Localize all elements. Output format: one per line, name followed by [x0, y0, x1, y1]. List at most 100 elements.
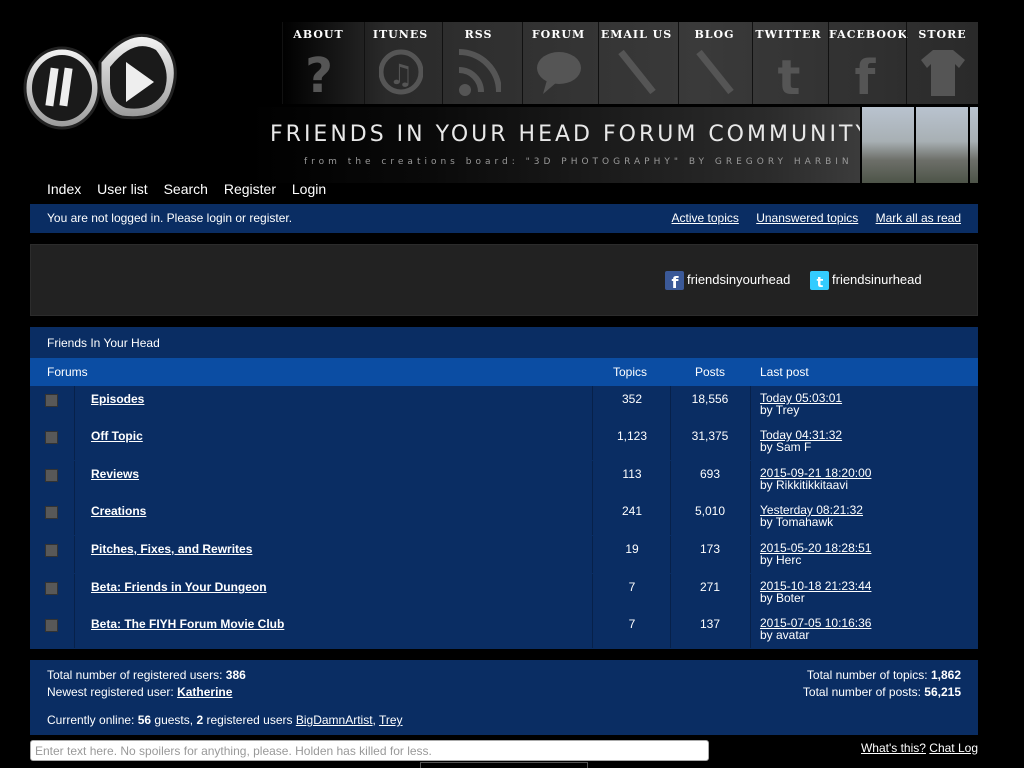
forum-link[interactable]: Creations — [91, 504, 146, 518]
last-post: 2015-10-18 21:23:44 by Boter — [760, 580, 871, 604]
forum-status-icon — [45, 394, 58, 407]
nav-user-list[interactable]: User list — [97, 181, 148, 197]
forum-link[interactable]: Pitches, Fixes, and Rewrites — [91, 542, 252, 556]
posts-count: 56,215 — [924, 685, 961, 699]
twitter-icon: t — [810, 271, 829, 290]
tshirt-icon — [920, 50, 965, 96]
nav-twitter[interactable]: TWITTER t — [752, 22, 824, 104]
nav-about-label[interactable]: ABOUT — [283, 22, 354, 41]
nav-itunes-label[interactable]: ITUNES — [365, 22, 436, 41]
question-icon: ? — [305, 48, 333, 98]
last-post: 2015-07-05 10:16:36 by avatar — [760, 617, 871, 641]
forum-table-header: Forums Topics Posts Last post — [30, 358, 978, 386]
last-post: Today 04:31:32 by Sam F — [760, 429, 842, 453]
forum-row: Episodes 352 18,556 Today 05:03:01 by Tre… — [30, 386, 978, 423]
forum-link[interactable]: Beta: Friends in Your Dungeon — [91, 580, 267, 594]
social-box: f friendsinyourhead t friendsinurhead — [30, 244, 978, 316]
category-caption: Friends In Your Head — [47, 336, 160, 350]
forum-status-icon — [45, 619, 58, 632]
forum-row: Reviews 113 693 2015-09-21 18:20:00 by Ri… — [30, 461, 978, 498]
forum-topics-count: 352 — [621, 392, 643, 406]
nav-rss[interactable]: RSS — [442, 22, 514, 104]
svg-text:f: f — [672, 273, 680, 290]
forum-link[interactable]: Beta: The FIYH Forum Movie Club — [91, 617, 284, 631]
banner-photo — [914, 107, 968, 183]
forum-row: Pitches, Fixes, and Rewrites 19 173 2015… — [30, 536, 978, 573]
twitter-t-icon: t — [777, 50, 800, 98]
forum-posts-count: 31,375 — [691, 429, 729, 443]
guests-count: 56 — [137, 713, 152, 727]
forum-row: Beta: The FIYH Forum Movie Club 7 137 20… — [30, 611, 978, 648]
active-topics-link[interactable]: Active topics — [672, 211, 739, 225]
last-post-author: by Rikkitikkitaavi — [760, 478, 849, 492]
forum-topics-count: 1,123 — [616, 429, 648, 443]
nav-store-label[interactable]: STORE — [907, 22, 978, 41]
forum-status-icon — [45, 431, 58, 444]
online-users: Currently online: 56 guests, 2 registere… — [47, 713, 403, 727]
last-post: Today 05:03:01 by Trey — [760, 392, 842, 416]
forum-link[interactable]: Episodes — [91, 392, 144, 406]
nav-store[interactable]: STORE — [906, 22, 978, 104]
nav-rss-label[interactable]: RSS — [443, 22, 514, 41]
nav-email-label[interactable]: EMAIL US — [599, 22, 674, 41]
forum-link[interactable]: Reviews — [91, 467, 139, 481]
svg-text:t: t — [817, 275, 824, 290]
nav-about[interactable]: ABOUT ? — [282, 22, 354, 104]
rss-icon — [458, 49, 501, 96]
svg-text:f: f — [854, 50, 876, 98]
nav-email[interactable]: EMAIL US — [598, 22, 674, 104]
forum-posts-count: 5,010 — [694, 504, 726, 518]
logo-icon[interactable] — [22, 22, 182, 134]
forum-link[interactable]: Off Topic — [91, 429, 143, 443]
forum-status-icon — [45, 582, 58, 595]
chat-input[interactable] — [30, 740, 709, 761]
header-last-post: Last post — [760, 365, 809, 379]
pencil-icon — [695, 49, 734, 95]
nav-search[interactable]: Search — [164, 181, 208, 197]
nav-forum-label[interactable]: FORUM — [523, 22, 594, 41]
forum-row: Beta: Friends in Your Dungeon 7 271 2015… — [30, 574, 978, 611]
nav-index[interactable]: Index — [47, 181, 81, 197]
speech-bubble-icon — [536, 52, 581, 94]
nav-register[interactable]: Register — [224, 181, 276, 197]
registered-users-stat: Total number of registered users: 386 — [47, 668, 246, 682]
chat-log-link[interactable]: Chat Log — [929, 741, 978, 755]
last-post-author: by avatar — [760, 628, 810, 642]
forum-status-icon — [45, 544, 58, 557]
forum-posts-count: 137 — [699, 617, 721, 631]
last-post-author: by Herc — [760, 553, 802, 567]
registered-users-count: 386 — [225, 668, 246, 682]
nav-facebook[interactable]: FACEBOOK f — [828, 22, 907, 104]
newest-user-stat: Newest registered user: Katherine — [47, 685, 233, 699]
music-note-icon: ♫ — [378, 49, 423, 95]
posts-stat: Total number of posts: 56,215 — [802, 685, 961, 699]
last-post-author: by Trey — [760, 403, 800, 417]
whats-this-link[interactable]: What's this? — [861, 741, 926, 755]
nav-blog-label[interactable]: BLOG — [679, 22, 750, 41]
topics-count: 1,862 — [930, 668, 961, 682]
twitter-social-link[interactable]: t friendsinurhead — [810, 271, 922, 290]
nav-login[interactable]: Login — [292, 181, 326, 197]
mark-all-read-link[interactable]: Mark all as read — [876, 211, 961, 225]
header-posts: Posts — [695, 365, 726, 379]
online-user-link[interactable]: BigDamnArtist — [296, 713, 373, 727]
forum-posts-count: 693 — [699, 467, 721, 481]
nav-twitter-label[interactable]: TWITTER — [753, 22, 824, 41]
header-forums: Forums — [47, 365, 88, 379]
nav-blog[interactable]: BLOG — [678, 22, 750, 104]
nav-itunes[interactable]: ITUNES ♫ — [364, 22, 436, 104]
forum-status-icon — [45, 469, 58, 482]
forum-topics-count: 19 — [625, 542, 639, 556]
svg-text:?: ? — [305, 48, 333, 98]
unanswered-topics-link[interactable]: Unanswered topics — [756, 211, 858, 225]
newest-user-link[interactable]: Katherine — [177, 685, 232, 699]
bottom-tab[interactable] — [420, 762, 588, 768]
login-status-message: You are not logged in. Please login or r… — [47, 211, 293, 225]
last-post: Yesterday 08:21:32 by Tomahawk — [760, 504, 863, 528]
nav-forum[interactable]: FORUM — [522, 22, 594, 104]
facebook-social-link[interactable]: f friendsinyourhead — [665, 271, 790, 290]
nav-facebook-label[interactable]: FACEBOOK — [829, 22, 907, 41]
online-user-link[interactable]: Trey — [379, 713, 403, 727]
forum-posts-count: 173 — [699, 542, 721, 556]
forum-topics-count: 7 — [628, 580, 636, 594]
